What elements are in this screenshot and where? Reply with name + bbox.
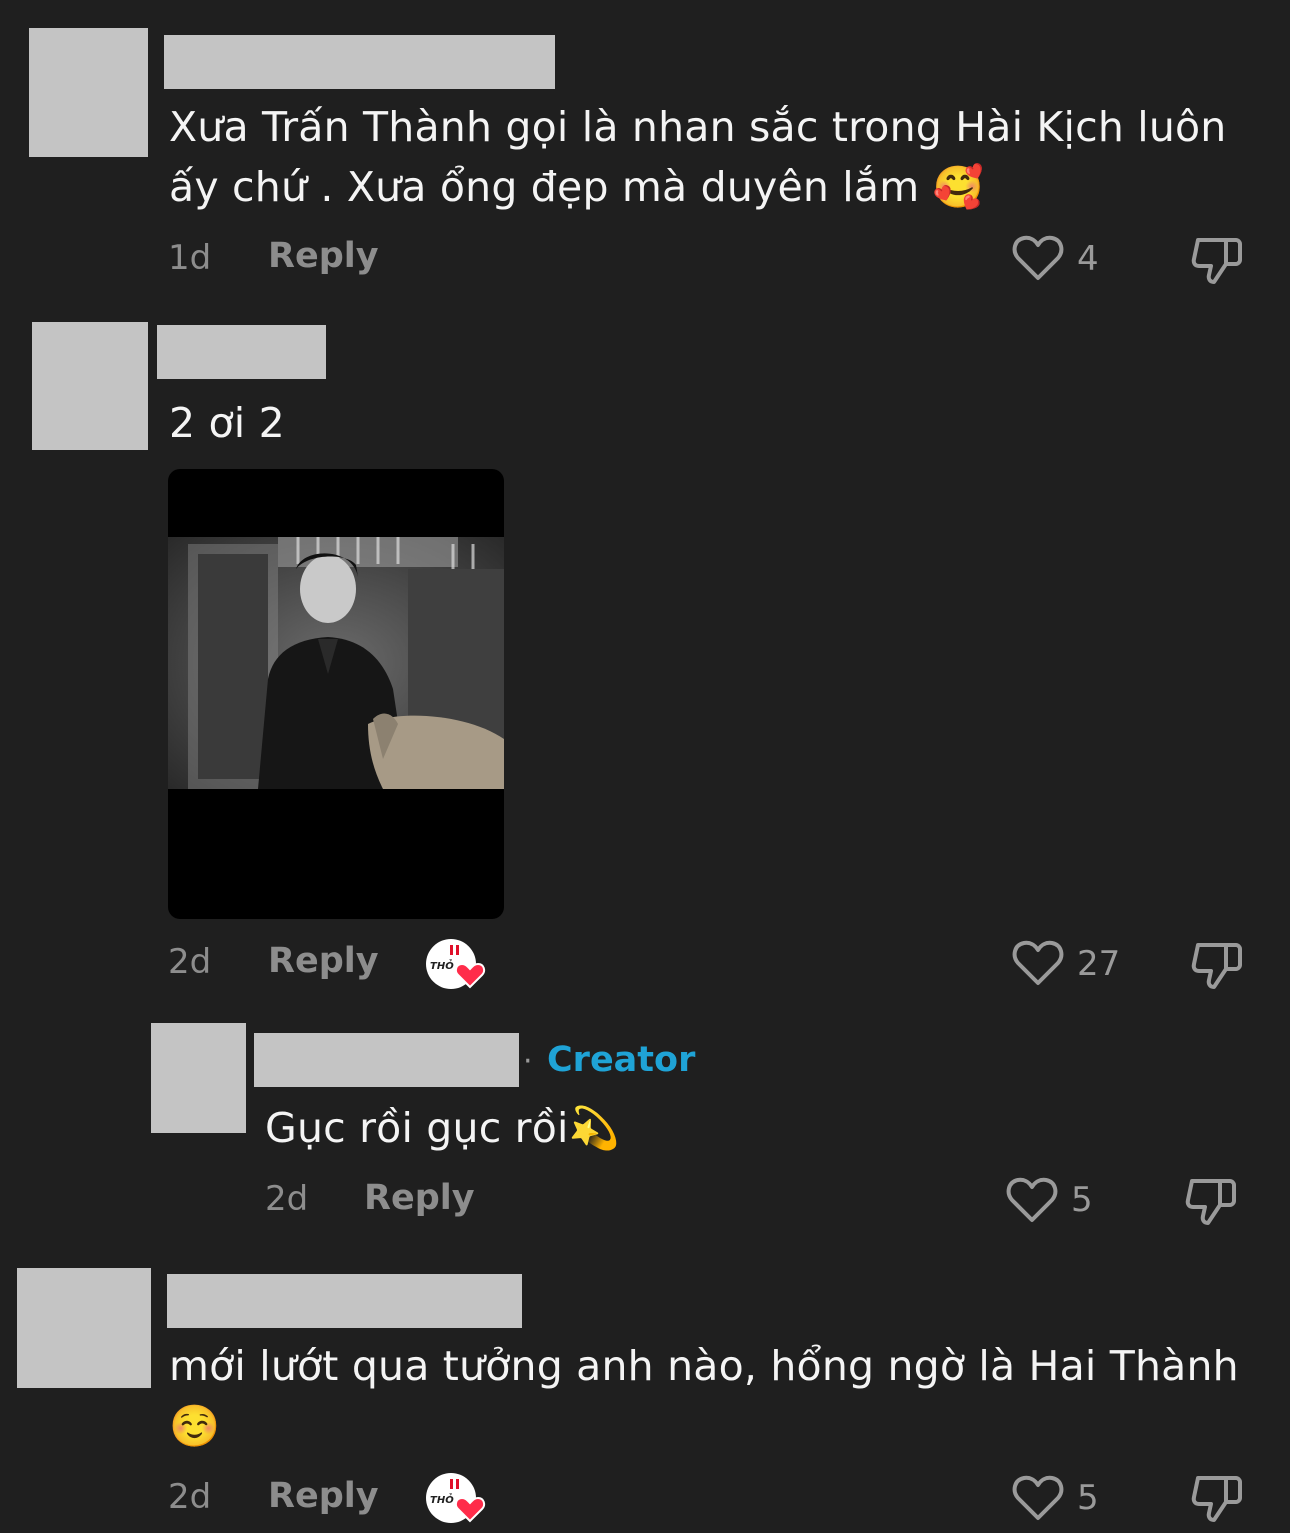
comment-text: Gục rồi gục rồi💫	[265, 1104, 620, 1152]
svg-text:THỎ: THỎ	[430, 1492, 454, 1506]
thumbs-down-icon[interactable]	[1184, 1175, 1238, 1227]
comment-text: 2 ơi 2	[169, 399, 285, 447]
username-redacted[interactable]	[254, 1033, 519, 1087]
video-thumbnail[interactable]	[168, 469, 504, 919]
heart-outline-icon[interactable]	[1012, 1474, 1064, 1522]
reply-button[interactable]: Reply	[268, 236, 379, 276]
comment-age: 2d	[168, 942, 212, 982]
like-count: 4	[1077, 239, 1099, 279]
comment-text: mới lướt qua tưởng anh nào, hổng ngờ là …	[169, 1342, 1239, 1390]
like-count: 5	[1071, 1180, 1093, 1220]
reply-button[interactable]: Reply	[268, 941, 379, 981]
thumbs-down-icon[interactable]	[1190, 939, 1244, 991]
comment-age: 1d	[168, 238, 212, 278]
reply-button[interactable]: Reply	[364, 1178, 475, 1218]
video-frame-image	[168, 537, 504, 789]
avatar[interactable]	[32, 322, 148, 450]
comment-text: ấy chứ . Xưa ổng đẹp mà duyên lắm 🥰	[169, 163, 984, 211]
comment-age: 2d	[265, 1179, 309, 1219]
heart-outline-icon[interactable]	[1012, 234, 1064, 282]
heart-outline-icon[interactable]	[1006, 1176, 1058, 1224]
username-redacted[interactable]	[164, 35, 555, 89]
comment-text: Xưa Trấn Thành gọi là nhan sắc trong Hài…	[169, 103, 1227, 151]
avatar[interactable]	[17, 1268, 151, 1388]
avatar[interactable]	[29, 28, 148, 157]
username-redacted[interactable]	[157, 325, 326, 379]
username-redacted[interactable]	[167, 1274, 522, 1328]
svg-text:THỎ: THỎ	[430, 958, 454, 972]
reply-button[interactable]: Reply	[268, 1476, 379, 1516]
creator-label: Creator	[547, 1040, 696, 1080]
comment-text: ☺️	[169, 1402, 221, 1450]
avatar[interactable]	[151, 1023, 246, 1133]
creator-separator: ·	[523, 1044, 533, 1079]
heart-outline-icon[interactable]	[1012, 939, 1064, 987]
comment-age: 2d	[168, 1477, 212, 1517]
thumbs-down-icon[interactable]	[1190, 234, 1244, 286]
like-count: 27	[1077, 944, 1121, 984]
creator-liked-badge-icon: THỎ	[426, 1473, 486, 1523]
creator-liked-badge-icon: THỎ	[426, 939, 486, 989]
like-count: 5	[1077, 1478, 1099, 1518]
thumbs-down-icon[interactable]	[1190, 1472, 1244, 1524]
